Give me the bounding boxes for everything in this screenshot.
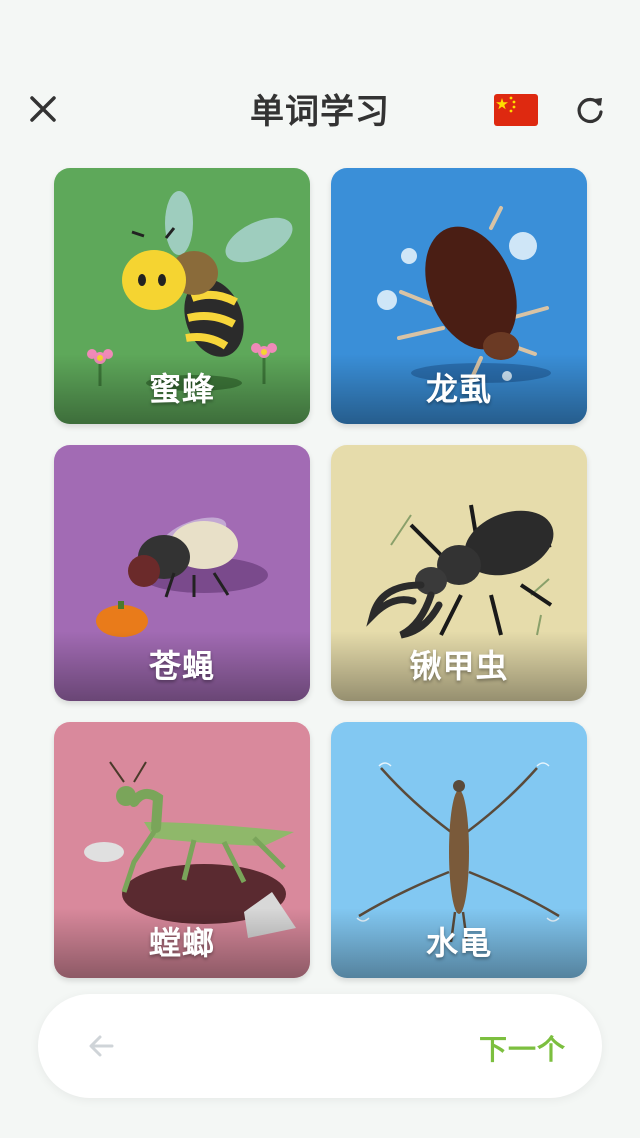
refresh-button[interactable]: [570, 90, 610, 130]
card-label: 螳螂: [148, 924, 215, 962]
word-card-stag-beetle[interactable]: 锹甲虫: [331, 445, 587, 701]
card-label: 苍蝇: [148, 647, 215, 685]
word-card-fly[interactable]: 苍蝇: [54, 445, 310, 701]
previous-button[interactable]: [82, 1026, 122, 1066]
card-label: 龙虱: [425, 370, 492, 408]
word-card-bee[interactable]: 蜜蜂: [54, 168, 310, 424]
bottom-navigation: 下一个: [38, 994, 602, 1098]
page-title: 单词学习: [250, 92, 390, 132]
word-card-water-strider[interactable]: 水黾: [331, 722, 587, 978]
arrow-left-icon: [89, 1035, 114, 1057]
header: 单词学习: [0, 70, 640, 150]
card-label: 锹甲虫: [409, 647, 509, 685]
word-card-mantis[interactable]: 螳螂: [54, 722, 310, 978]
refresh-icon: [577, 97, 603, 124]
language-flag-button[interactable]: [494, 94, 538, 126]
word-card-diving-beetle[interactable]: 龙虱: [331, 168, 587, 424]
card-label: 蜜蜂: [148, 370, 215, 408]
card-label: 水黾: [425, 924, 492, 962]
china-flag-icon: [494, 94, 538, 126]
next-button[interactable]: 下一个: [479, 1028, 566, 1068]
